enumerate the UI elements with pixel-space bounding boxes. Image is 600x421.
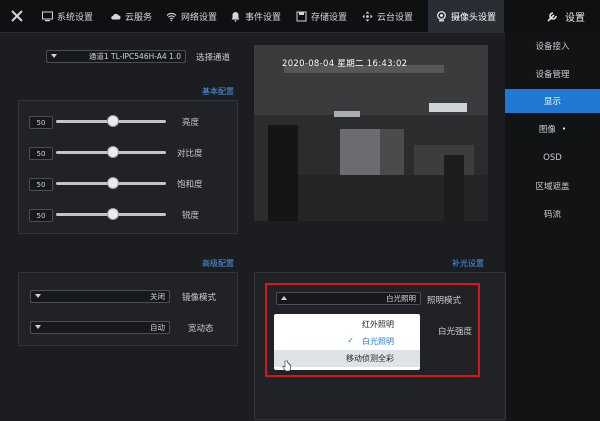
tab-label: 系统设置 (57, 12, 94, 23)
advanced-config-heading: 高级配置 (202, 259, 234, 268)
chevron-down-icon (35, 325, 41, 329)
window-title: 设置 (546, 0, 585, 32)
sidebar-item-osd[interactable]: OSD (505, 146, 600, 170)
camera-icon (437, 10, 446, 21)
wrench-icon (547, 11, 557, 22)
highlight-box (265, 283, 480, 377)
bullet-icon: • (561, 125, 567, 133)
tab-label: 网络设置 (181, 12, 218, 23)
tab-label: 摄像头设置 (450, 12, 496, 23)
brightness-slider-handle[interactable] (107, 115, 119, 127)
bell-icon (231, 11, 240, 22)
sidebar-item-device-management[interactable]: 设备管理 (505, 62, 600, 86)
wifi-icon (166, 12, 177, 21)
sidebar-item-stream[interactable]: 码流 (505, 202, 600, 226)
cloud-icon (111, 13, 121, 19)
tab-cloud-service[interactable]: 云服务 (104, 0, 158, 32)
sidebar-item-device-access[interactable]: 设备接入 (505, 34, 600, 58)
tab-label: 云台设置 (377, 12, 414, 23)
chevron-down-icon (51, 54, 57, 58)
monitor-icon (42, 11, 53, 21)
saturation-label: 饱和度 (177, 180, 203, 190)
camera-preview: 2020-08-04 星期二 16:43:02 (254, 45, 488, 221)
sidebar-item-display[interactable]: 显示 (505, 89, 600, 113)
contrast-label: 对比度 (177, 149, 203, 159)
tab-label: 事件设置 (245, 12, 282, 23)
wdr-label: 宽动态 (188, 324, 214, 334)
saturation-slider-handle[interactable] (107, 177, 119, 189)
brightness-value[interactable]: 50 (29, 116, 53, 129)
sharpness-slider-handle[interactable] (107, 208, 119, 220)
tab-label: 存储设置 (311, 12, 348, 23)
channel-select[interactable]: 通道1 TL-IPC546H-A4 1.0 (46, 50, 186, 63)
chevron-down-icon (35, 294, 41, 298)
fill-light-heading: 补光设置 (452, 259, 484, 268)
basic-config-heading: 基本配置 (202, 87, 234, 96)
tab-system-settings[interactable]: 系统设置 (36, 0, 99, 32)
contrast-value[interactable]: 50 (29, 147, 53, 160)
tab-camera-settings[interactable]: 摄像头设置 (428, 0, 504, 32)
wdr-select[interactable]: 自动 (30, 321, 170, 334)
advanced-config-panel (18, 272, 238, 346)
saturation-value[interactable]: 50 (29, 178, 53, 191)
tab-storage-settings[interactable]: 存储设置 (290, 0, 353, 32)
tab-event-settings[interactable]: 事件设置 (224, 0, 287, 32)
brightness-label: 亮度 (182, 118, 200, 128)
sharpness-value[interactable]: 50 (29, 209, 53, 222)
contrast-slider-handle[interactable] (107, 146, 119, 158)
sharpness-label: 锐度 (182, 211, 200, 221)
camera-timestamp: 2020-08-04 星期二 16:43:02 (282, 59, 408, 69)
channel-label: 选择通道 (196, 53, 231, 63)
mirror-mode-select[interactable]: 关闭 (30, 290, 170, 303)
close-icon[interactable] (10, 9, 24, 23)
storage-icon (296, 11, 307, 21)
top-tab-bar: 系统设置 云服务 网络设置 事件设置 存储设置 云台设置 摄像头设置 设置 (0, 0, 600, 33)
tab-network-settings[interactable]: 网络设置 (160, 0, 223, 32)
window-title-text: 设置 (565, 12, 585, 24)
mirror-mode-label: 镜像模式 (182, 293, 217, 303)
sidebar-item-privacy-mask[interactable]: 区域遮盖 (505, 174, 600, 198)
tab-label: 云服务 (125, 12, 153, 23)
sidebar: 设备接入 设备管理 显示 图像 • OSD 区域遮盖 码流 (505, 32, 600, 421)
ptz-icon (362, 11, 373, 21)
camera-scene (254, 45, 488, 221)
tab-ptz-settings[interactable]: 云台设置 (356, 0, 419, 32)
sidebar-item-image[interactable]: 图像 • (505, 117, 600, 141)
